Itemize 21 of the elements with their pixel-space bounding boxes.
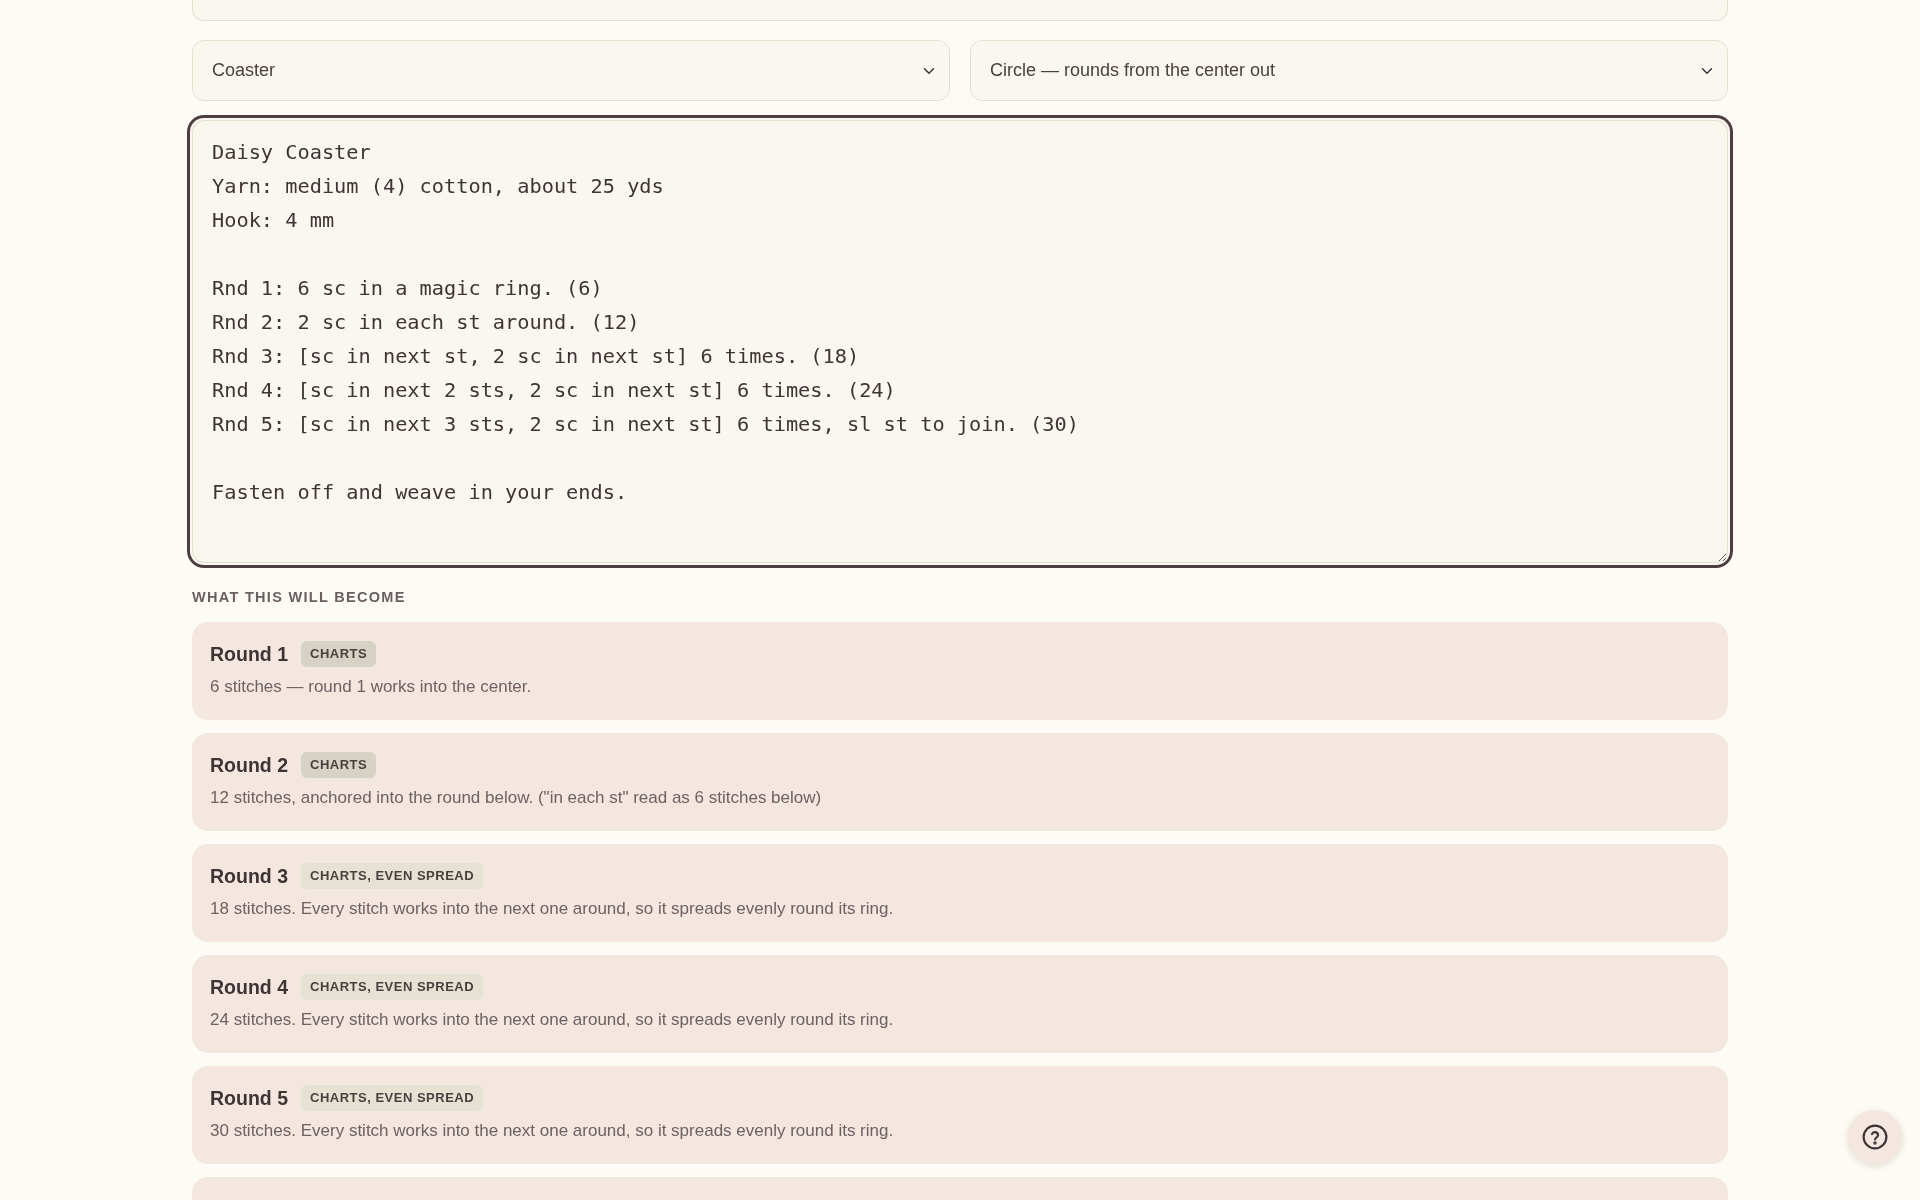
help-icon: [1862, 1124, 1888, 1150]
round-tag: CHARTS: [301, 641, 377, 667]
round-title: Round 5: [210, 1086, 288, 1111]
input-field[interactable]: [192, 0, 1728, 21]
round-description: 12 stitches, anchored into the round below. ("in each st" read as 6 stitches below): [210, 787, 823, 809]
round-tag: CHARTS, EVEN SPREAD: [301, 974, 484, 1000]
round-description: 24 stitches. Every stitch works into the next one around, so it spreads evenly round its ring.: [210, 1009, 895, 1031]
dropdown-select[interactable]: Coaster: [192, 40, 950, 101]
round-tag: CHARTS: [301, 752, 377, 778]
round-title: Round 1: [210, 642, 288, 667]
round-tag: CHARTS, EVEN SPREAD: [301, 1085, 484, 1111]
section-heading: WHAT THIS WILL BECOME: [192, 588, 407, 607]
round-description: 18 stitches. Every stitch works into the next one around, so it spreads evenly round its ring.: [210, 898, 895, 920]
round-title: Round 3: [210, 864, 288, 889]
round-title: Round 4: [210, 975, 288, 1000]
dropdown-select[interactable]: Circle — rounds from the center out: [970, 40, 1728, 101]
round-description: 30 stitches. Every stitch works into the next one around, so it spreads evenly round its ring.: [210, 1120, 895, 1142]
round-tag: CHARTS, EVEN SPREAD: [301, 863, 484, 889]
round-description: 6 stitches — round 1 works into the center.: [210, 676, 533, 698]
round-title: Round 2: [210, 753, 288, 778]
help-button[interactable]: [1848, 1110, 1902, 1164]
